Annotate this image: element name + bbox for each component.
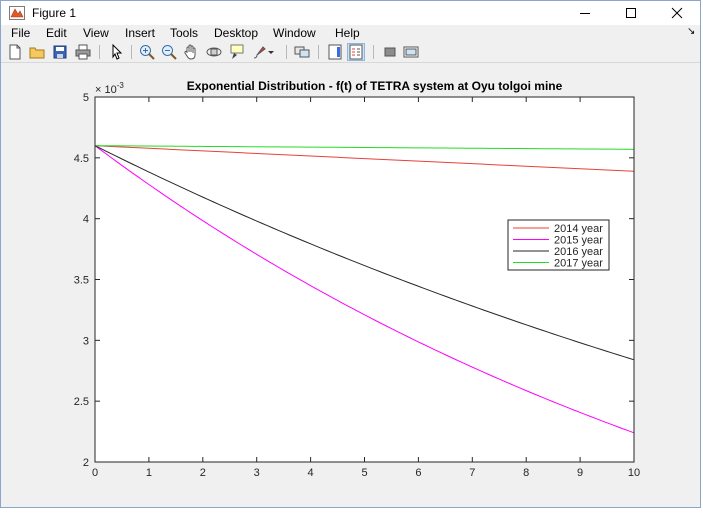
menu-help[interactable]: Help <box>335 26 360 40</box>
legend-label: 2015 year <box>554 235 603 247</box>
new-figure-icon[interactable] <box>7 44 23 60</box>
menu-desktop[interactable]: Desktop <box>214 26 258 40</box>
insert-colorbar-icon[interactable] <box>327 44 343 60</box>
y-tick-label: 3 <box>83 335 89 347</box>
close-icon <box>671 7 683 19</box>
menu-edit[interactable]: Edit <box>46 26 67 40</box>
window-title: Figure 1 <box>32 6 77 20</box>
axes-svg: 0 1 2 3 4 5 6 7 8 9 10 2 2.5 3 3.5 4 4.5 5 × 10-3 Exponen… <box>74 79 640 479</box>
edit-plot-arrow-icon[interactable] <box>109 44 125 60</box>
x-tick-label: 10 <box>628 467 640 479</box>
menu-overflow-icon[interactable]: ↘ <box>687 26 695 37</box>
x-tick-label: 0 <box>92 467 98 479</box>
toolbar-separator <box>318 45 319 59</box>
x-tick-label: 2 <box>200 467 206 479</box>
x-tick-label: 9 <box>577 467 583 479</box>
legend-label: 2016 year <box>554 246 603 258</box>
y-tick-label: 3.5 <box>74 275 89 287</box>
figure-toolbar <box>1 42 700 63</box>
background-document-edge <box>280 500 700 513</box>
menu-file[interactable]: File <box>11 26 30 40</box>
legend[interactable]: 2014 year2015 year2016 year2017 year <box>507 219 610 271</box>
menu-view[interactable]: View <box>83 26 109 40</box>
x-tick-label: 7 <box>469 467 475 479</box>
link-plot-icon[interactable] <box>294 44 310 60</box>
show-plot-tools-icon[interactable] <box>403 44 419 60</box>
x-tick-label: 4 <box>308 467 314 479</box>
rotate-3d-icon[interactable] <box>206 44 222 60</box>
minimize-button[interactable] <box>562 1 608 25</box>
y-tick-label: 4.5 <box>74 153 89 165</box>
y-tick-label: 4 <box>83 214 89 226</box>
close-button[interactable] <box>654 1 700 25</box>
figure-window: Figure 1 File Edit View Insert Tools Des… <box>0 0 701 508</box>
figure-canvas: 0 1 2 3 4 5 6 7 8 9 10 2 2.5 3 3.5 4 4.5 5 × 10-3 Exponen… <box>1 63 700 507</box>
y-tick-label: 2 <box>83 457 89 469</box>
open-file-icon[interactable] <box>29 44 45 60</box>
toolbar-separator <box>131 45 132 59</box>
maximize-icon <box>626 8 636 18</box>
x-tick-label: 1 <box>146 467 152 479</box>
zoom-out-icon[interactable] <box>161 44 177 60</box>
menu-window[interactable]: Window <box>273 26 316 40</box>
x-tick-label: 5 <box>361 467 367 479</box>
y-tick-label: 2.5 <box>74 396 89 408</box>
brush-icon[interactable] <box>252 44 268 60</box>
x-tick-label: 6 <box>415 467 421 479</box>
legend-label: 2014 year <box>554 223 603 235</box>
pan-hand-icon[interactable] <box>183 44 199 60</box>
title-bar[interactable]: Figure 1 <box>1 1 700 25</box>
print-icon[interactable] <box>75 44 91 60</box>
hide-plot-tools-icon[interactable] <box>382 44 398 60</box>
menu-insert[interactable]: Insert <box>125 26 155 40</box>
x-tick-label: 3 <box>254 467 260 479</box>
legend-label: 2017 year <box>554 258 603 270</box>
menu-bar: File Edit View Insert Tools Desktop Wind… <box>1 25 700 42</box>
save-icon[interactable] <box>52 44 68 60</box>
zoom-in-icon[interactable] <box>139 44 155 60</box>
maximize-button[interactable] <box>608 1 654 25</box>
minimize-icon <box>580 13 590 14</box>
chart-title: Exponential Distribution - f(t) of TETRA… <box>187 79 563 93</box>
toolbar-separator <box>99 45 100 59</box>
y-exponent-label: × 10-3 <box>95 81 124 96</box>
x-tick-label: 8 <box>523 467 529 479</box>
brush-dropdown-icon[interactable] <box>267 44 275 60</box>
menu-tools[interactable]: Tools <box>170 26 198 40</box>
axes-background[interactable] <box>95 97 634 462</box>
y-tick-label: 5 <box>83 92 89 104</box>
insert-legend-icon[interactable] <box>347 43 365 61</box>
data-cursor-icon[interactable] <box>229 44 245 60</box>
toolbar-separator <box>286 45 287 59</box>
matlab-figure-icon <box>9 6 25 20</box>
toolbar-separator <box>373 45 374 59</box>
